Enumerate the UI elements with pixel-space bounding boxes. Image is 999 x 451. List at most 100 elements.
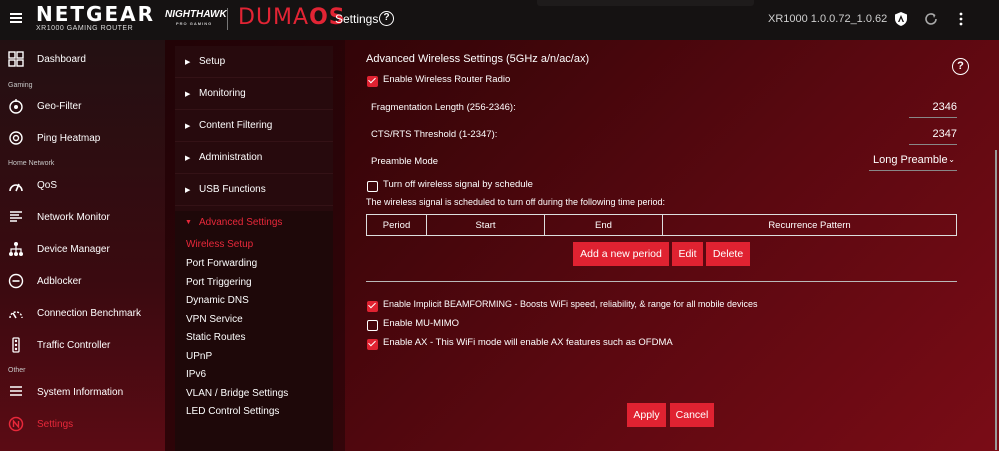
nighthawk-text: NIGHTHAWK — [165, 9, 227, 20]
menu-item-administration[interactable]: ▶ Administration — [175, 142, 333, 174]
submenu-upnp[interactable]: UPnP — [186, 351, 212, 362]
sidebar-section-home-network: Home Network — [8, 160, 55, 167]
schedule-description: The wireless signal is scheduled to turn… — [366, 197, 665, 207]
apply-button[interactable]: Apply — [627, 403, 666, 427]
cts-rts-threshold-input[interactable]: 2347 — [909, 125, 957, 145]
schedule-checkbox[interactable] — [367, 181, 378, 192]
dashboard-icon — [8, 51, 24, 67]
wireless-settings-content: Advanced Wireless Settings (5GHz a/n/ac/… — [345, 40, 999, 451]
top-bar: NETGEAR XR1000 GAMING ROUTER NIGHTHAWK P… — [0, 0, 999, 40]
collapse-arrow-icon: ▼ — [185, 218, 192, 226]
page-title: Settings — [335, 12, 379, 26]
firmware-version: XR1000 1.0.0.72_1.0.62 — [768, 13, 888, 25]
sidebar-item-system-information[interactable]: System Information — [0, 379, 165, 405]
preamble-mode-label: Preamble Mode — [371, 156, 439, 167]
fragmentation-length-input[interactable]: 2346 — [909, 98, 957, 118]
menu-item-monitoring[interactable]: ▶ Monitoring — [175, 78, 333, 110]
submenu-port-triggering[interactable]: Port Triggering — [186, 277, 252, 288]
system-information-icon — [10, 386, 22, 396]
expand-arrow-icon: ▶ — [185, 122, 191, 130]
mu-mimo-label: Enable MU-MIMO — [383, 318, 460, 329]
add-period-button[interactable]: Add a new period — [573, 242, 669, 266]
beamforming-checkbox[interactable] — [367, 301, 378, 312]
section-heading: Advanced Wireless Settings (5GHz a/n/ac/… — [366, 53, 590, 65]
submenu-dynamic-dns[interactable]: Dynamic DNS — [186, 295, 249, 306]
preamble-mode-select[interactable]: Long Preamble ⌄ — [869, 151, 957, 171]
sidebar-item-ping-heatmap[interactable]: Ping Heatmap — [0, 125, 165, 151]
sidebar-section-gaming: Gaming — [8, 82, 33, 89]
expand-arrow-icon: ▶ — [185, 58, 191, 66]
submenu-wireless-setup[interactable]: Wireless Setup — [186, 239, 253, 250]
device-manager-icon — [9, 242, 23, 256]
menu-item-setup[interactable]: ▶ Setup — [175, 46, 333, 78]
submenu-vpn-service[interactable]: VPN Service — [186, 314, 243, 325]
edit-button[interactable]: Edit — [672, 242, 703, 266]
adblocker-icon — [8, 273, 24, 289]
sidebar-label: System Information — [37, 386, 124, 398]
sidebar-item-connection-benchmark[interactable]: Connection Benchmark — [0, 300, 165, 326]
menu-item-content-filtering[interactable]: ▶ Content Filtering — [175, 110, 333, 142]
hamburger-menu-icon[interactable] — [10, 13, 22, 23]
sidebar-item-network-monitor[interactable]: Network Monitor — [0, 204, 165, 230]
schedule-table: Period Start End Recurrence Pattern — [366, 214, 957, 236]
refresh-icon[interactable] — [923, 11, 939, 27]
menu-label: Setup — [199, 56, 226, 67]
submenu-led-control-settings[interactable]: LED Control Settings — [186, 406, 279, 417]
ax-checkbox[interactable] — [367, 339, 378, 350]
delete-button[interactable]: Delete — [706, 242, 750, 266]
header-help-icon[interactable]: ? — [379, 11, 394, 26]
sidebar-item-dashboard[interactable]: Dashboard — [0, 46, 165, 72]
sidebar-section-other: Other — [8, 367, 26, 374]
sidebar-item-adblocker[interactable]: Adblocker — [0, 268, 165, 294]
brand-subtitle: XR1000 GAMING ROUTER — [36, 25, 134, 32]
more-options-icon[interactable] — [953, 11, 969, 27]
submenu-static-routes[interactable]: Static Routes — [186, 332, 245, 343]
content-scrollbar[interactable] — [995, 150, 997, 450]
menu-label: Administration — [199, 152, 263, 163]
mu-mimo-checkbox[interactable] — [367, 320, 378, 331]
sidebar-item-settings[interactable]: Settings — [0, 411, 165, 437]
menu-item-advanced-settings[interactable]: ▼ Advanced Settings — [175, 206, 333, 238]
fragmentation-length-label: Fragmentation Length (256-2346): — [371, 102, 516, 113]
sidebar-item-traffic-controller[interactable]: Traffic Controller — [0, 332, 165, 358]
sidebar-label: Ping Heatmap — [37, 132, 101, 144]
enable-radio-label: Enable Wireless Router Radio — [383, 74, 511, 85]
sidebar-item-geo-filter[interactable]: Geo-Filter — [0, 93, 165, 119]
nighthawk-subtitle: PRO GAMING — [176, 21, 213, 26]
sidebar-item-qos[interactable]: QoS — [0, 172, 165, 198]
col-recurrence-pattern: Recurrence Pattern — [662, 214, 957, 236]
sidebar-item-device-manager[interactable]: Device Manager — [0, 236, 165, 262]
nighthawk-logo: NIGHTHAWK PRO GAMING — [165, 9, 227, 26]
cancel-button[interactable]: Cancel — [670, 403, 714, 427]
col-start: Start — [426, 214, 545, 236]
brand-name: NETGEAR — [36, 2, 155, 26]
main-sidebar: Dashboard Gaming Geo-Filter Ping Heatmap… — [0, 40, 165, 451]
submenu-ipv6[interactable]: IPv6 — [186, 369, 206, 380]
submenu-vlan-bridge-settings[interactable]: VLAN / Bridge Settings — [186, 388, 288, 399]
sidebar-label: Dashboard — [37, 53, 86, 65]
connection-benchmark-icon — [9, 311, 23, 319]
ping-heatmap-icon — [9, 131, 23, 145]
enable-radio-checkbox[interactable] — [367, 76, 378, 87]
menu-label: USB Functions — [199, 184, 266, 195]
network-monitor-icon — [10, 211, 22, 222]
section-divider — [366, 281, 957, 282]
sidebar-label: QoS — [37, 179, 58, 191]
ax-label: Enable AX - This WiFi mode will enable A… — [383, 337, 673, 348]
content-help-icon[interactable]: ? — [952, 58, 969, 75]
sidebar-label: Device Manager — [37, 243, 110, 255]
header-divider — [227, 8, 228, 30]
sidebar-label: Settings — [37, 418, 74, 430]
dumaos-logo: DUMAOS — [238, 7, 346, 29]
submenu-port-forwarding[interactable]: Port Forwarding — [186, 258, 257, 269]
col-period: Period — [366, 214, 427, 236]
settings-menu: ▶ Setup ▶ Monitoring ▶ Content Filtering… — [175, 46, 333, 451]
expand-arrow-icon: ▶ — [185, 90, 191, 98]
shield-icon[interactable] — [893, 11, 909, 27]
sidebar-label: Traffic Controller — [37, 339, 111, 351]
settings-icon — [8, 416, 24, 432]
header-search-tab[interactable] — [537, 0, 754, 6]
menu-label: Monitoring — [199, 88, 246, 99]
sidebar-label: Adblocker — [37, 275, 82, 287]
menu-item-usb-functions[interactable]: ▶ USB Functions — [175, 174, 333, 206]
